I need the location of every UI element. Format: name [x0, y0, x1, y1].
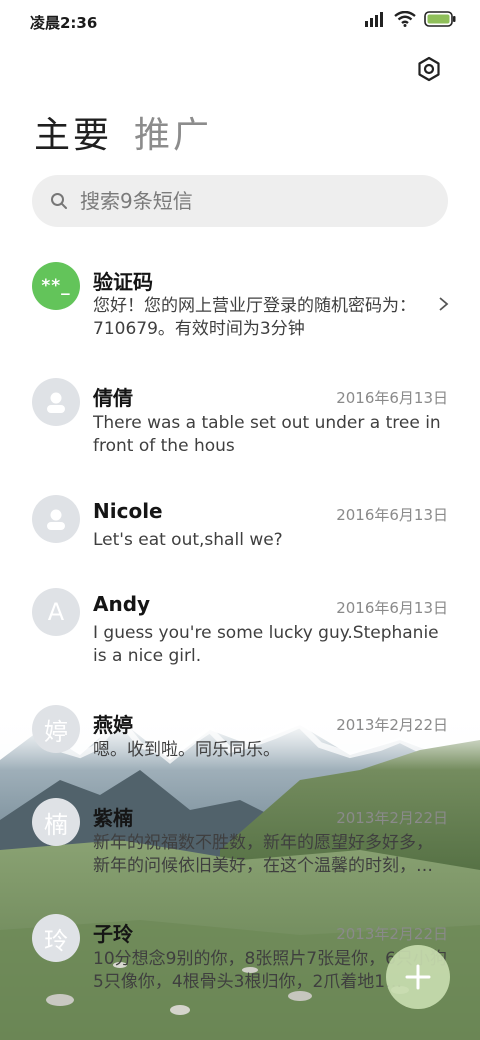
conversation-name: 燕婷	[93, 713, 133, 737]
search-icon	[51, 193, 67, 209]
avatar	[32, 495, 80, 543]
conversation-name: Andy	[93, 592, 151, 616]
person-icon	[47, 509, 65, 530]
search-input[interactable]	[78, 188, 422, 214]
avatar: 婷	[32, 705, 80, 753]
conversation-item[interactable]: A Andy 2016年6月13日 I guess you're some lu…	[0, 588, 480, 670]
person-icon	[47, 392, 65, 413]
conversation-date: 2016年6月13日	[336, 599, 448, 617]
avatar	[32, 378, 80, 426]
chevron-right-icon	[439, 297, 449, 311]
conversation-name: Nicole	[93, 499, 163, 523]
conversation-preview: There was a table set out under a tree i…	[93, 413, 441, 456]
avatar: **_	[32, 262, 80, 310]
settings-icon	[418, 56, 440, 82]
conversation-name: 子玲	[93, 922, 133, 946]
conversation-item[interactable]: Nicole 2016年6月13日 Let's eat out,shall we…	[0, 495, 480, 555]
conversation-item[interactable]: 倩倩 2016年6月13日 There was a table set out …	[0, 378, 480, 460]
conversation-date: 2013年2月22日	[336, 925, 448, 943]
conversation-preview: 嗯。收到啦。同乐同乐。	[93, 740, 280, 760]
settings-button[interactable]	[416, 56, 442, 82]
tab-promotions[interactable]: 推广	[134, 106, 212, 158]
conversation-date: 2013年2月22日	[336, 716, 448, 734]
conversation-item[interactable]: 婷 燕婷 2013年2月22日 嗯。收到啦。同乐同乐。	[0, 705, 480, 765]
status-bar: 凌晨2:36	[0, 0, 480, 44]
status-time: 凌晨2:36	[30, 14, 98, 32]
conversation-preview: I guess you're some lucky guy.Stephanie …	[93, 623, 439, 666]
conversation-date: 2013年2月22日	[336, 809, 448, 827]
conversation-date: 2016年6月13日	[336, 506, 448, 524]
conversation-preview: Let's eat out,shall we?	[93, 530, 283, 550]
wifi-icon	[394, 11, 416, 27]
signal-icon	[365, 12, 383, 27]
plus-icon	[405, 964, 431, 990]
conversation-date: 2016年6月13日	[336, 389, 448, 407]
search-bar[interactable]	[32, 175, 448, 227]
avatar: A	[32, 588, 80, 636]
avatar: 楠	[32, 798, 80, 846]
tab-primary[interactable]: 主要	[34, 106, 112, 158]
status-icons	[364, 11, 456, 27]
tab-bar: 主要 推广	[34, 106, 212, 158]
conversation-preview: 新年的祝福数不胜数，新年的愿望好多好多，新年的问候依旧美好，在这个温馨的时刻，…	[93, 833, 433, 876]
conversation-preview: 您好！您的网上营业厅登录的随机密码为：710679。有效时间为3分钟	[93, 296, 416, 339]
new-message-button[interactable]	[386, 945, 450, 1009]
conversation-name: 验证码	[93, 270, 153, 294]
conversation-name: 倩倩	[93, 386, 133, 410]
conversation-item-verification[interactable]: **_ 验证码 您好！您的网上营业厅登录的随机密码为：710679。有效时间为3…	[0, 262, 480, 342]
avatar: 玲	[32, 914, 80, 962]
conversation-name: 紫楠	[93, 806, 133, 830]
conversation-item[interactable]: 楠 紫楠 2013年2月22日 新年的祝福数不胜数，新年的愿望好多好多，新年的问…	[0, 798, 480, 880]
battery-icon	[424, 11, 456, 27]
